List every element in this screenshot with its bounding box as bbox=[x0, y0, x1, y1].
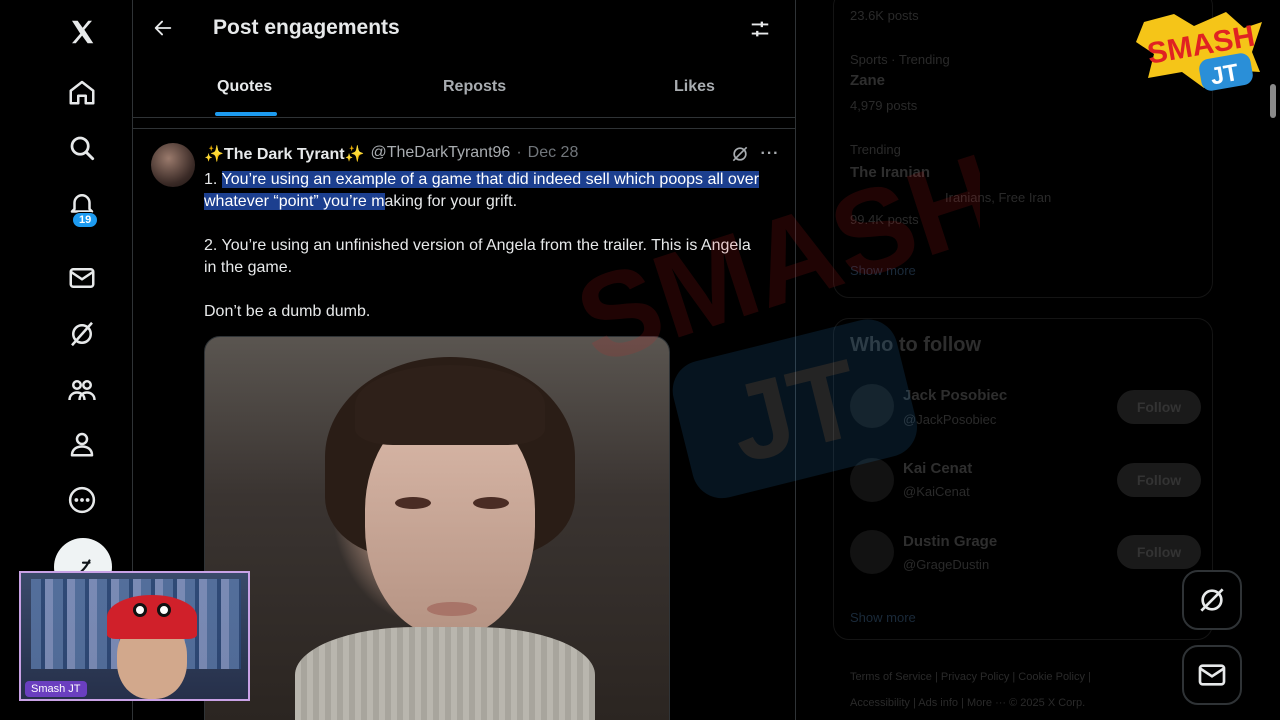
grok-icon[interactable] bbox=[62, 314, 102, 354]
sliders-icon bbox=[751, 21, 769, 37]
streamer-cap bbox=[107, 595, 197, 639]
who-to-follow-title: Who to follow bbox=[850, 334, 982, 356]
suggestion-name[interactable]: Kai Cenat bbox=[903, 460, 972, 477]
search-icon[interactable] bbox=[62, 128, 102, 168]
grok-icon bbox=[1200, 588, 1224, 612]
post-body: 1. You’re using an example of a game tha… bbox=[204, 169, 764, 345]
paragraph-rest: aking for your grift. bbox=[384, 193, 518, 210]
image-bangs bbox=[355, 365, 545, 445]
notification-badge: 19 bbox=[72, 212, 99, 228]
image-sweater bbox=[295, 627, 595, 720]
cap-eye-left bbox=[133, 603, 147, 617]
post-paragraph-3: Don’t be a dumb dumb. bbox=[204, 303, 371, 320]
post-image[interactable] bbox=[204, 336, 670, 720]
show-more-trends[interactable]: Show more bbox=[850, 263, 916, 278]
suggestion-avatar[interactable] bbox=[850, 384, 894, 428]
home-icon[interactable] bbox=[62, 72, 102, 112]
suggestion-handle: @JackPosobiec bbox=[903, 412, 997, 427]
scrollbar-thumb[interactable] bbox=[1270, 84, 1276, 118]
more-icon[interactable] bbox=[62, 480, 102, 520]
suggestion-name[interactable]: Jack Posobiec bbox=[903, 387, 1007, 404]
tab-quotes[interactable]: Quotes bbox=[217, 78, 272, 96]
trend-2-category: Sports · Trending bbox=[850, 52, 950, 67]
messages-fab-button[interactable] bbox=[1182, 645, 1242, 705]
image-eye-left bbox=[395, 497, 431, 509]
follow-button[interactable]: Follow bbox=[1117, 535, 1201, 569]
post-paragraph-2: 2. You’re using an unfinished version of… bbox=[204, 237, 751, 276]
image-lips bbox=[427, 602, 477, 616]
trend-3-related: Iranians, Free Iran bbox=[945, 190, 1052, 205]
footer-links-2[interactable]: Accessibility | Ads info | More ··· © 20… bbox=[850, 697, 1085, 709]
cap-eye-right bbox=[157, 603, 171, 617]
webcam-label: Smash JT bbox=[25, 681, 87, 697]
trend-2-name[interactable]: Zane bbox=[850, 72, 885, 89]
suggestion-name[interactable]: Dustin Grage bbox=[903, 533, 997, 550]
mail-icon bbox=[1198, 664, 1226, 686]
filter-button[interactable] bbox=[747, 16, 773, 42]
post-date[interactable]: Dec 28 bbox=[528, 144, 579, 164]
author-handle[interactable]: @TheDarkTyrant96 bbox=[370, 144, 510, 164]
suggestion-avatar[interactable] bbox=[850, 530, 894, 574]
mail-icon[interactable] bbox=[62, 258, 102, 298]
avatar[interactable] bbox=[151, 143, 195, 187]
trend-1-count: 23.6K posts bbox=[850, 8, 919, 23]
tab-likes[interactable]: Likes bbox=[674, 78, 715, 96]
active-tab-indicator bbox=[215, 112, 277, 116]
profile-icon[interactable] bbox=[62, 424, 102, 464]
separator-dot: · bbox=[516, 144, 522, 161]
trend-3-count: 99.4K posts bbox=[850, 212, 919, 227]
show-more-suggestions[interactable]: Show more bbox=[850, 610, 916, 625]
footer-links-1[interactable]: Terms of Service | Privacy Policy | Cook… bbox=[850, 671, 1091, 683]
image-eye-right bbox=[473, 497, 509, 509]
smash-jt-logo: SMASH JT bbox=[1134, 12, 1264, 96]
post-header: ✨The Dark Tyrant✨ @TheDarkTyrant96 · Dec… bbox=[204, 144, 578, 164]
post-paragraph-1: 1. You’re using an example of a game tha… bbox=[204, 169, 764, 213]
x-logo-icon[interactable] bbox=[62, 12, 102, 52]
grok-fab-button[interactable] bbox=[1182, 570, 1242, 630]
trend-3-category: Trending bbox=[850, 142, 901, 157]
header-bar: Post engagements Quotes Reposts Likes bbox=[133, 0, 795, 118]
suggestion-handle: @GrageDustin bbox=[903, 557, 990, 572]
grok-explain-button[interactable] bbox=[729, 143, 751, 165]
suggestion-handle: @KaiCenat bbox=[903, 484, 970, 499]
suggestion-avatar[interactable] bbox=[850, 458, 894, 502]
back-button[interactable] bbox=[149, 14, 177, 42]
author-display-name[interactable]: ✨The Dark Tyrant✨ bbox=[204, 144, 364, 164]
follow-button[interactable]: Follow bbox=[1117, 390, 1201, 424]
trend-2-count: 4,979 posts bbox=[850, 98, 918, 113]
page-title: Post engagements bbox=[213, 16, 400, 39]
svg-text:JT: JT bbox=[1208, 59, 1241, 91]
tab-reposts[interactable]: Reposts bbox=[443, 78, 506, 96]
grok-icon bbox=[732, 146, 748, 162]
smash-jt-logo-image: SMASH JT bbox=[1136, 12, 1262, 91]
more-options-button[interactable]: ··· bbox=[759, 143, 781, 165]
paragraph-prefix: 1. bbox=[204, 171, 222, 188]
webcam-overlay: Smash JT bbox=[19, 571, 250, 701]
trend-3-name[interactable]: The Iranian bbox=[850, 164, 930, 181]
follow-button[interactable]: Follow bbox=[1117, 463, 1201, 497]
communities-icon[interactable] bbox=[62, 370, 102, 410]
arrow-left-icon bbox=[154, 20, 172, 36]
